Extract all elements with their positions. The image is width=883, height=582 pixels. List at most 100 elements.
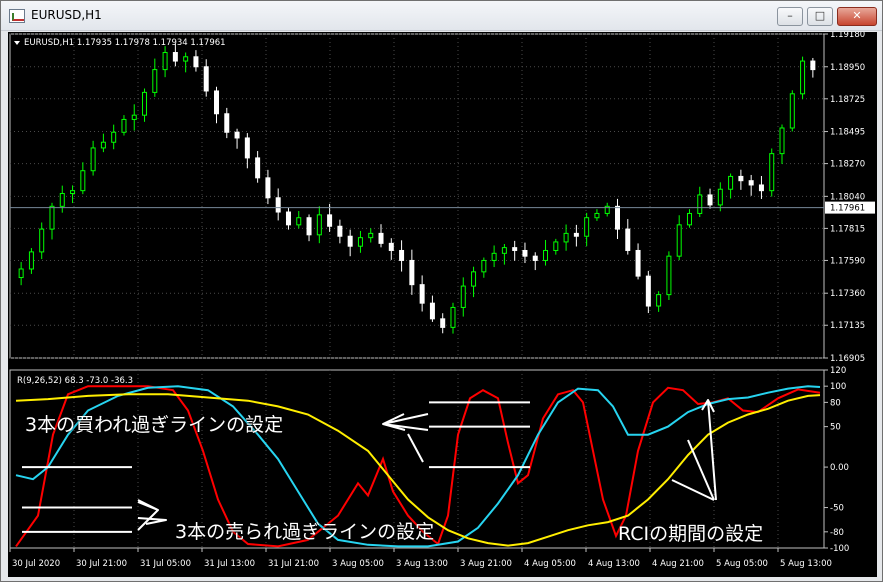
candle bbox=[666, 251, 672, 301]
candle bbox=[131, 104, 137, 131]
price-label: 1.18270 bbox=[830, 160, 865, 170]
candle-body bbox=[707, 194, 713, 206]
time-label: 31 Jul 13:00 bbox=[204, 559, 255, 569]
candle-body bbox=[532, 255, 538, 261]
candle-body bbox=[728, 175, 734, 190]
candle bbox=[18, 261, 24, 286]
arrow-icon bbox=[137, 517, 167, 525]
time-label: 4 Aug 21:00 bbox=[652, 559, 704, 569]
candle-body bbox=[275, 197, 281, 213]
candle-body bbox=[573, 232, 579, 237]
candle-body bbox=[70, 190, 76, 195]
candle bbox=[594, 209, 600, 221]
candle-body bbox=[306, 217, 312, 236]
time-label: 4 Aug 13:00 bbox=[588, 559, 640, 569]
candle-body bbox=[131, 114, 137, 120]
oversold-annotation: 3本の売られ過ぎラインの設定 bbox=[175, 521, 435, 543]
time-label: 3 Aug 21:00 bbox=[460, 559, 512, 569]
candle-body bbox=[214, 90, 219, 115]
rci-period-annotation: RCIの期間の設定 bbox=[618, 523, 764, 545]
indicator-level-label: 50 bbox=[830, 423, 841, 433]
candle bbox=[810, 57, 816, 78]
candle-body bbox=[121, 118, 127, 133]
minimize-button[interactable]: – bbox=[777, 7, 803, 26]
price-label: 1.16905 bbox=[830, 354, 865, 364]
indicator-header: R(9,26,52) 68.3 -73.0 -36.3 bbox=[17, 376, 133, 386]
candle bbox=[347, 229, 353, 257]
candle bbox=[697, 186, 703, 218]
indicator-level-label: 0.00 bbox=[830, 463, 849, 473]
maximize-button[interactable]: □ bbox=[807, 7, 833, 26]
candle bbox=[378, 224, 384, 248]
candle-body bbox=[368, 232, 374, 239]
candle bbox=[440, 313, 446, 334]
candle-body bbox=[59, 193, 65, 207]
candle-body bbox=[399, 249, 405, 261]
candle bbox=[59, 185, 65, 213]
time-label: 3 Aug 13:00 bbox=[396, 559, 448, 569]
candle-body bbox=[80, 170, 86, 192]
candle-body bbox=[584, 217, 590, 237]
candle-body bbox=[316, 214, 322, 236]
candle bbox=[625, 219, 631, 255]
candle-body bbox=[172, 52, 178, 62]
candle bbox=[244, 133, 250, 169]
candle-body bbox=[522, 249, 528, 257]
overbought-annotation: 3本の買われ過ぎラインの設定 bbox=[25, 414, 284, 436]
candle-body bbox=[553, 241, 559, 251]
candle-body bbox=[49, 205, 55, 230]
indicator-level-label: 80 bbox=[830, 398, 841, 408]
candle-body bbox=[810, 60, 816, 71]
candle bbox=[460, 277, 466, 317]
candle bbox=[512, 240, 518, 261]
candle-body bbox=[635, 249, 641, 277]
candle bbox=[800, 56, 806, 100]
candle bbox=[635, 243, 641, 280]
candle-body bbox=[615, 205, 620, 230]
indicator-level-label: 100 bbox=[830, 382, 846, 392]
candle bbox=[563, 224, 569, 251]
candle-body bbox=[90, 147, 96, 172]
time-label: 30 Jul 21:00 bbox=[76, 559, 127, 569]
indicator-level-label: -80 bbox=[830, 528, 844, 538]
candle bbox=[90, 140, 96, 176]
candle bbox=[388, 238, 394, 260]
candle bbox=[224, 107, 230, 139]
candle bbox=[255, 151, 261, 183]
candle-body bbox=[244, 137, 250, 159]
chart-area[interactable]: 1.19180 1.18950 1.18725 1.18495 1.18270 1.180… bbox=[8, 32, 877, 577]
price-label: 1.18495 bbox=[830, 128, 865, 138]
candle bbox=[481, 257, 487, 278]
candle-body bbox=[429, 302, 435, 320]
candle-body bbox=[697, 194, 703, 214]
candle-body bbox=[234, 131, 240, 139]
chart-window: EURUSD,H1 – □ ✕ 1.19180 1.18950 1.18725 1.1… bbox=[0, 0, 883, 582]
candle-body bbox=[666, 255, 672, 296]
title-bar[interactable]: EURUSD,H1 – □ ✕ bbox=[1, 1, 882, 31]
candle bbox=[409, 249, 415, 295]
candle bbox=[193, 50, 199, 72]
candle bbox=[214, 86, 219, 124]
current-price-label: 1.17961 bbox=[830, 204, 865, 214]
candle bbox=[49, 202, 55, 240]
candle-body bbox=[18, 268, 24, 279]
candle bbox=[779, 124, 785, 165]
candle bbox=[491, 245, 497, 268]
candle-body bbox=[39, 228, 45, 253]
candle-body bbox=[543, 249, 549, 261]
candle bbox=[450, 302, 456, 334]
chart-canvas[interactable]: 1.19180 1.18950 1.18725 1.18495 1.18270 1.180… bbox=[8, 32, 877, 577]
candle-body bbox=[28, 251, 34, 270]
candle bbox=[203, 59, 209, 97]
candle-body bbox=[224, 113, 230, 133]
candle bbox=[728, 173, 734, 199]
candle bbox=[183, 52, 189, 73]
candle-body bbox=[625, 228, 631, 251]
candle bbox=[738, 169, 744, 190]
close-button[interactable]: ✕ bbox=[837, 7, 877, 26]
price-label: 1.17135 bbox=[830, 321, 865, 331]
candle-body bbox=[100, 141, 106, 149]
candle bbox=[686, 209, 692, 228]
candle bbox=[80, 162, 86, 195]
candle-body bbox=[285, 211, 291, 226]
